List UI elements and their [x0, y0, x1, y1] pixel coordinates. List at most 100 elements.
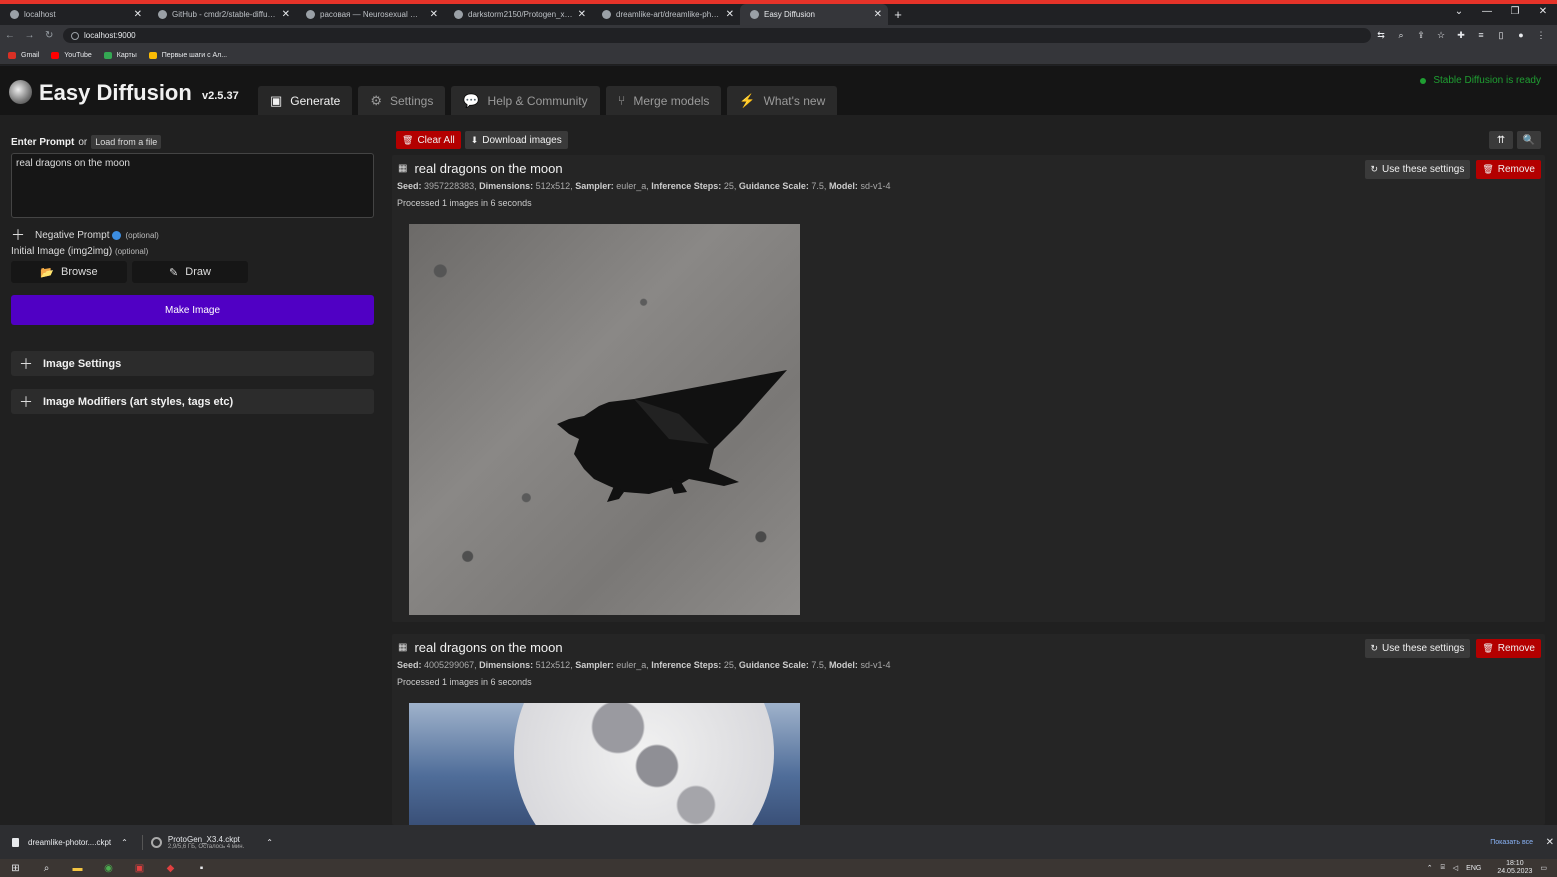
remove-button[interactable]: 🗑 Remove — [1476, 160, 1541, 179]
negative-prompt-toggle[interactable]: ＋ Negative Prompt (optional) — [11, 225, 159, 245]
favicon-icon — [10, 10, 19, 19]
download-item[interactable]: dreamlike-photor....ckpt ⌃ — [12, 837, 128, 847]
generated-image[interactable] — [409, 224, 800, 615]
download-images-button[interactable]: ⬇ Download images — [464, 131, 568, 149]
image-settings-section[interactable]: ＋ Image Settings — [11, 351, 374, 376]
bookmark-item[interactable]: Карты — [103, 51, 137, 59]
results-panel: 🗑 Clear All ⬇ Download images ⇈ 🔍 ▦ real… — [392, 115, 1545, 825]
tab-search-icon[interactable]: ⌄ — [1445, 4, 1473, 22]
draw-button[interactable]: ✎ Draw — [132, 261, 248, 283]
browser-tab[interactable]: Easy Diffusion ✕ — [740, 4, 888, 25]
clear-all-button[interactable]: 🗑 Clear All — [396, 131, 461, 149]
tab-settings[interactable]: ⚙ Settings — [358, 86, 446, 115]
side-panel-icon[interactable]: ▯ — [1491, 30, 1511, 41]
favicon-icon — [454, 10, 463, 19]
bookmark-star-icon[interactable]: ☆ — [1431, 30, 1451, 41]
generated-image[interactable] — [409, 703, 800, 825]
extensions-icon[interactable]: ✚ — [1451, 30, 1471, 41]
maximize-icon[interactable]: ❐ — [1501, 4, 1529, 22]
app-icon[interactable]: ◆ — [155, 859, 186, 877]
grip-icon[interactable]: ▦ — [398, 163, 408, 174]
language-indicator[interactable]: ENG — [1466, 865, 1481, 872]
profile-icon[interactable]: ● — [1511, 30, 1531, 41]
zoom-icon[interactable]: ⌕ — [1391, 30, 1411, 41]
prompt-input[interactable]: real dragons on the moon — [11, 153, 374, 218]
close-tab-icon[interactable]: ✕ — [430, 9, 438, 20]
url-input[interactable]: localhost:9000 — [63, 28, 1372, 43]
close-window-icon[interactable]: ✕ — [1529, 4, 1557, 22]
close-tab-icon[interactable]: ✕ — [134, 9, 142, 20]
load-from-file-button[interactable]: Load from a file — [91, 135, 162, 149]
browser-tab[interactable]: расовая — Neurosexual — Dra ✕ — [296, 4, 444, 25]
tray-chevron-icon[interactable]: ⌃ — [1427, 864, 1433, 872]
url-text: localhost:9000 — [84, 31, 136, 40]
plus-icon: ＋ — [11, 227, 25, 243]
search-icon[interactable]: ⌕ — [31, 859, 62, 877]
clock[interactable]: 18:10 24.05.2023 — [1489, 860, 1532, 876]
volume-icon[interactable]: ◁ — [1453, 864, 1458, 872]
browser-tab[interactable]: dreamlike-art/dreamlike-photor ✕ — [592, 4, 740, 25]
download-item-progress[interactable]: ProtoGen_X3.4.ckpt 2,9/5,6 ГБ, Осталось … — [141, 834, 273, 850]
app-header: Easy Diffusion v2.5.37 ▣ Generate ⚙ Setting… — [0, 66, 1557, 115]
translate-icon[interactable]: ⇆ — [1371, 30, 1391, 41]
close-tab-icon[interactable]: ✕ — [726, 9, 734, 20]
forward-icon[interactable]: → — [20, 30, 40, 41]
browser-tab-strip: localhost ✕ GitHub - cmdr2/stable-diffusio… — [0, 4, 1557, 25]
initial-image-label: Initial Image (img2img) (optional) — [11, 246, 148, 257]
chrome-icon[interactable]: ◉ — [93, 859, 124, 877]
collapse-all-icon[interactable]: ⇈ — [1489, 131, 1513, 149]
tab-generate[interactable]: ▣ Generate — [258, 86, 353, 115]
browser-tab[interactable]: darkstorm2150/Protogen_x3.4_O ✕ — [444, 4, 592, 25]
tab-what-s-new[interactable]: ⚡ What's new — [727, 86, 838, 115]
seed-label: Seed: — [397, 181, 422, 191]
minimize-icon[interactable]: — — [1473, 4, 1501, 22]
favicon-icon — [158, 10, 167, 19]
start-icon[interactable]: ⊞ — [0, 859, 31, 877]
dimensions-label: Dimensions: — [479, 181, 534, 191]
dimensions-value: 512x512 — [535, 181, 571, 191]
image-modifiers-section[interactable]: ＋ Image Modifiers (art styles, tags etc) — [11, 389, 374, 414]
menu-icon[interactable]: ⋮ — [1531, 30, 1551, 41]
bookmark-label: Gmail — [21, 51, 40, 59]
help-icon[interactable] — [112, 230, 122, 240]
browse-button[interactable]: 📂 Browse — [11, 261, 127, 283]
status-text: Stable Diffusion is ready — [1433, 75, 1541, 86]
close-tab-icon[interactable]: ✕ — [578, 9, 586, 20]
bookmark-item[interactable]: Первые шаги с Ал... — [148, 51, 227, 59]
chevron-up-icon[interactable]: ⌃ — [121, 838, 128, 847]
use-settings-button[interactable]: ↻ Use these settings — [1364, 639, 1471, 658]
make-image-button[interactable]: Make Image — [11, 295, 374, 325]
close-tab-icon[interactable]: ✕ — [874, 9, 882, 20]
notification-icon[interactable]: ▭ — [1540, 864, 1547, 872]
chevron-up-icon[interactable]: ⌃ — [266, 838, 273, 847]
progress-ring-icon — [150, 836, 162, 848]
grip-icon[interactable]: ▦ — [398, 642, 408, 653]
show-all-link[interactable]: Показать все — [1490, 839, 1533, 846]
reading-list-icon[interactable]: ≡ — [1471, 30, 1491, 41]
bookmark-item[interactable]: Gmail — [8, 51, 40, 59]
network-icon[interactable]: ⌸ — [1441, 864, 1445, 872]
terminal-icon[interactable]: ▪ — [186, 859, 217, 877]
close-tab-icon[interactable]: ✕ — [282, 9, 290, 20]
remove-button[interactable]: 🗑 Remove — [1476, 639, 1541, 658]
file-explorer-icon[interactable]: ▬ — [62, 859, 93, 877]
reload-icon[interactable]: ↻ — [39, 30, 59, 41]
zoom-search-icon[interactable]: 🔍 — [1517, 131, 1541, 149]
result-title-row: ▦ real dragons on the moon — [398, 640, 563, 655]
new-tab-icon[interactable]: + — [888, 4, 908, 25]
pencil-icon: ✎ — [169, 266, 179, 279]
download-icon: ⬇ — [470, 134, 479, 145]
site-info-icon[interactable] — [71, 31, 80, 40]
nav-tab-label: Settings — [390, 93, 434, 108]
share-icon[interactable]: ⇪ — [1411, 30, 1431, 41]
close-icon[interactable]: ✕ — [1546, 837, 1554, 848]
bookmark-item[interactable]: YouTube — [51, 51, 92, 59]
browser-tab[interactable]: GitHub - cmdr2/stable-diffusion ✕ — [148, 4, 296, 25]
browser-tab[interactable]: localhost ✕ — [0, 4, 148, 25]
use-settings-button[interactable]: ↻ Use these settings — [1364, 160, 1471, 179]
back-icon[interactable]: ← — [0, 30, 20, 41]
app-icon[interactable]: ▣ — [124, 859, 155, 877]
tab-merge-models[interactable]: ⑂ Merge models — [605, 86, 722, 115]
tab-help-community[interactable]: 💬 Help & Community — [451, 86, 600, 115]
dimensions-value: 512x512 — [535, 660, 571, 670]
